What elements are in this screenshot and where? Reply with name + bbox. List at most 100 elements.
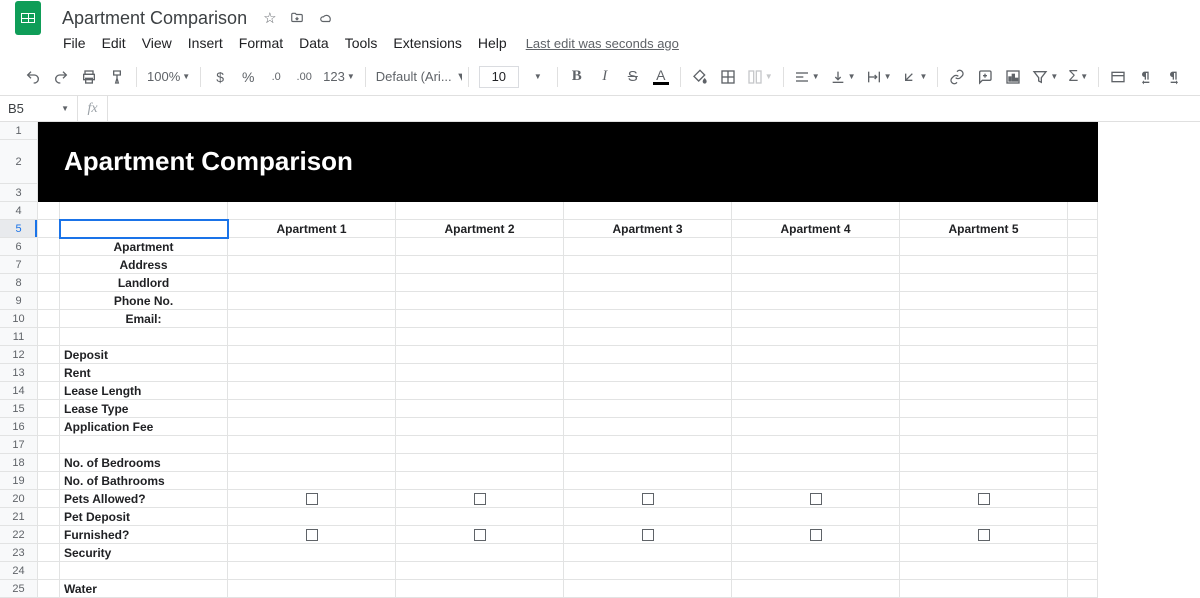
cell[interactable]: [38, 328, 60, 346]
cell[interactable]: [1068, 364, 1098, 382]
cell[interactable]: [396, 562, 564, 580]
checkbox-icon[interactable]: [306, 493, 318, 505]
cell[interactable]: [228, 562, 396, 580]
insert-link-button[interactable]: [944, 64, 970, 90]
formula-bar-input[interactable]: [108, 96, 1200, 121]
cell[interactable]: [228, 328, 396, 346]
cell[interactable]: [228, 400, 396, 418]
cell[interactable]: [732, 418, 900, 436]
cell[interactable]: [732, 202, 900, 220]
cell[interactable]: [732, 454, 900, 472]
cell[interactable]: [564, 454, 732, 472]
cell[interactable]: [900, 292, 1068, 310]
cell[interactable]: [564, 274, 732, 292]
cell[interactable]: [38, 418, 60, 436]
cell[interactable]: Water: [60, 580, 228, 598]
cell[interactable]: [228, 436, 396, 454]
row-header[interactable]: 21: [0, 508, 38, 526]
cell[interactable]: [564, 310, 732, 328]
cell[interactable]: [228, 544, 396, 562]
row-header[interactable]: 9: [0, 292, 38, 310]
cell[interactable]: [396, 508, 564, 526]
cell[interactable]: [38, 122, 60, 140]
cell[interactable]: [38, 526, 60, 544]
cell[interactable]: [564, 364, 732, 382]
sheets-logo[interactable]: [8, 0, 48, 38]
cell[interactable]: Security: [60, 544, 228, 562]
cell[interactable]: [1068, 238, 1098, 256]
cell[interactable]: Address: [60, 256, 228, 274]
row-header[interactable]: 3: [0, 184, 38, 202]
checkbox-cell[interactable]: [564, 526, 732, 544]
cell[interactable]: Lease Length: [60, 382, 228, 400]
checkbox-icon[interactable]: [978, 529, 990, 541]
filter-button[interactable]: ▼: [1028, 69, 1062, 85]
cell-B5[interactable]: [60, 220, 228, 238]
cell[interactable]: [564, 580, 732, 598]
cell[interactable]: [396, 328, 564, 346]
menu-extensions[interactable]: Extensions: [386, 31, 468, 55]
cell[interactable]: [228, 382, 396, 400]
row-header[interactable]: 5: [0, 220, 38, 238]
row-header[interactable]: 8: [0, 274, 38, 292]
row-header[interactable]: 13: [0, 364, 38, 382]
row-header[interactable]: 15: [0, 400, 38, 418]
cell[interactable]: [900, 544, 1068, 562]
cell[interactable]: [1068, 508, 1098, 526]
decrease-decimal-button[interactable]: .0: [263, 64, 289, 90]
checkbox-icon[interactable]: [474, 529, 486, 541]
italic-button[interactable]: I: [592, 64, 618, 90]
redo-button[interactable]: [48, 64, 74, 90]
fill-color-button[interactable]: [687, 64, 713, 90]
cell[interactable]: [38, 364, 60, 382]
print-button[interactable]: [76, 64, 102, 90]
menu-tools[interactable]: Tools: [338, 31, 385, 55]
insert-comment-button[interactable]: [972, 64, 998, 90]
cell[interactable]: [228, 346, 396, 364]
cell[interactable]: [396, 400, 564, 418]
ltr-para-button[interactable]: [1161, 64, 1187, 90]
cell[interactable]: Phone No.: [60, 292, 228, 310]
row-header[interactable]: 18: [0, 454, 38, 472]
cell[interactable]: [564, 202, 732, 220]
cell[interactable]: [38, 508, 60, 526]
checkbox-cell[interactable]: [228, 490, 396, 508]
row-header[interactable]: 11: [0, 328, 38, 346]
cell[interactable]: [1068, 418, 1098, 436]
cell[interactable]: [228, 418, 396, 436]
cell[interactable]: [732, 292, 900, 310]
cell[interactable]: Deposit: [60, 346, 228, 364]
merge-cells-button[interactable]: ▼: [743, 69, 777, 85]
font-family-select[interactable]: Default (Ari...▼: [372, 67, 462, 86]
cell[interactable]: [60, 184, 1098, 202]
cell[interactable]: [564, 436, 732, 454]
row-header[interactable]: 2: [0, 140, 38, 184]
cell[interactable]: [564, 382, 732, 400]
rtl-para-button[interactable]: [1133, 64, 1159, 90]
increase-decimal-button[interactable]: .00: [291, 64, 317, 90]
cell[interactable]: [396, 274, 564, 292]
text-rotation-button[interactable]: ▼: [897, 69, 931, 85]
cell[interactable]: [900, 400, 1068, 418]
move-icon[interactable]: [289, 11, 305, 25]
checkbox-icon[interactable]: [978, 493, 990, 505]
last-edit-link[interactable]: Last edit was seconds ago: [526, 36, 679, 51]
borders-button[interactable]: [715, 64, 741, 90]
cell[interactable]: [396, 454, 564, 472]
menu-edit[interactable]: Edit: [95, 31, 133, 55]
cell[interactable]: [396, 544, 564, 562]
cell[interactable]: [564, 472, 732, 490]
cell[interactable]: [900, 202, 1068, 220]
cell[interactable]: [900, 580, 1068, 598]
cell[interactable]: [396, 292, 564, 310]
row-header[interactable]: 17: [0, 436, 38, 454]
cell[interactable]: [732, 310, 900, 328]
cell[interactable]: [1068, 526, 1098, 544]
cell[interactable]: [228, 292, 396, 310]
cell[interactable]: [396, 418, 564, 436]
cell[interactable]: [732, 382, 900, 400]
cell[interactable]: [396, 238, 564, 256]
checkbox-icon[interactable]: [810, 529, 822, 541]
cell[interactable]: [564, 544, 732, 562]
checkbox-icon[interactable]: [474, 493, 486, 505]
